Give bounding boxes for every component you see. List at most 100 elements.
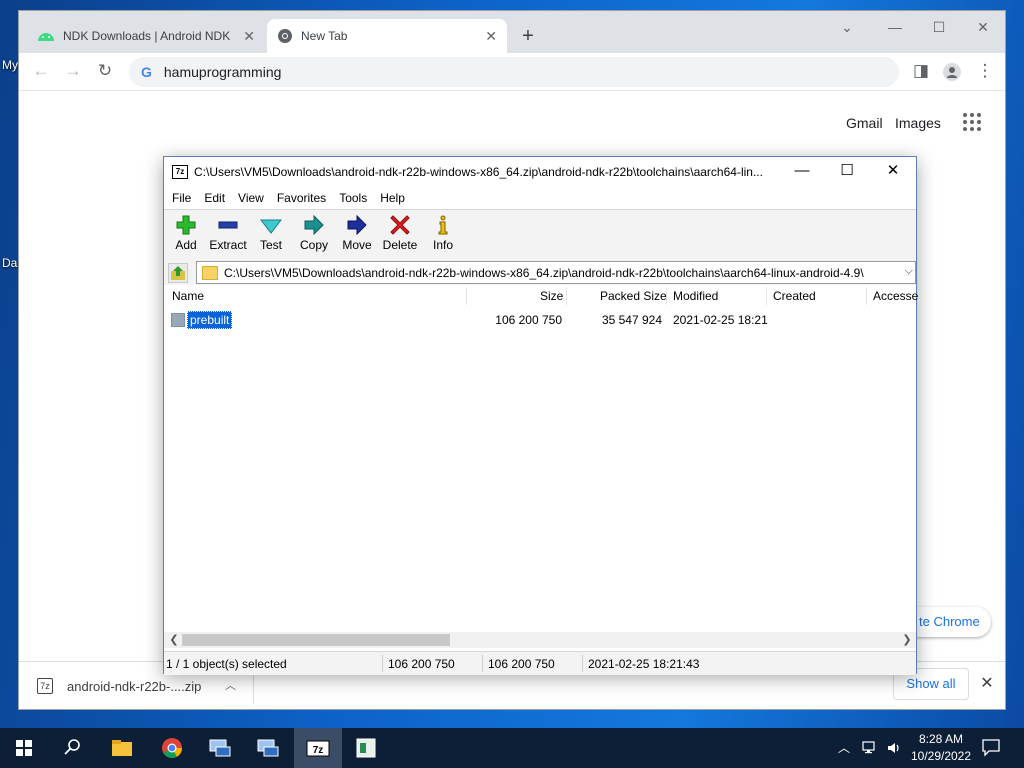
menu-edit[interactable]: Edit (204, 191, 225, 205)
show-hidden-icons-icon[interactable]: ︿ (838, 739, 850, 756)
column-divider[interactable] (866, 287, 867, 305)
address-bar-text: hamuprogramming (163, 64, 282, 80)
tab-strip: NDK Downloads | Android NDK ✕ New Tab ✕ … (19, 11, 1005, 53)
column-size[interactable]: Size (540, 289, 563, 303)
clock-time: 8:28 AM (918, 732, 964, 746)
windows-start-icon[interactable] (10, 734, 38, 762)
column-divider[interactable] (466, 287, 467, 305)
delete-label: Delete (382, 238, 418, 252)
clock-date: 10/29/2022 (910, 749, 972, 763)
7zip-taskbar-icon[interactable]: 7z (304, 734, 332, 762)
gmail-link[interactable]: Gmail (846, 115, 883, 131)
address-bar[interactable]: G hamuprogramming (129, 57, 899, 87)
file-explorer-icon[interactable] (108, 734, 136, 762)
path-text: C:\Users\VM5\Downloads\android-ndk-r22b-… (224, 265, 864, 280)
minimize-icon[interactable]: — (885, 19, 905, 35)
plus-icon (176, 215, 196, 235)
tab-new-tab[interactable]: New Tab ✕ (267, 19, 507, 53)
chrome-taskbar-icon[interactable] (158, 734, 186, 762)
extract-button[interactable]: Extract (206, 214, 250, 252)
row-size: 106 200 750 (495, 313, 562, 327)
close-window-icon[interactable]: ✕ (883, 161, 903, 181)
menu-file[interactable]: File (172, 191, 191, 205)
toolbar: Add Extract Test Copy Move Delete Info (164, 209, 916, 259)
volume-icon[interactable] (886, 740, 902, 756)
column-packed-size[interactable]: Packed Size (600, 289, 667, 303)
status-packed-size: 106 200 750 (488, 657, 555, 671)
move-button[interactable]: Move (335, 214, 379, 252)
notification-icon[interactable] (980, 736, 1002, 758)
scrollbar-thumb[interactable] (182, 634, 450, 646)
row-name: prebuilt (187, 311, 233, 329)
close-window-icon[interactable]: ✕ (973, 19, 993, 36)
row-name-cell: prebuilt (171, 311, 233, 329)
profile-icon[interactable] (943, 63, 961, 81)
scroll-left-icon[interactable]: ❮ (167, 633, 181, 646)
path-field[interactable]: C:\Users\VM5\Downloads\android-ndk-r22b-… (196, 261, 916, 284)
chevron-up-icon[interactable]: ︿ (225, 677, 236, 693)
tab-title: New Tab (301, 29, 348, 43)
column-modified[interactable]: Modified (673, 289, 718, 303)
network-icon[interactable] (862, 740, 878, 756)
title-bar[interactable]: 7z C:\Users\VM5\Downloads\android-ndk-r2… (164, 157, 916, 187)
test-button[interactable]: Test (249, 214, 293, 252)
column-name[interactable]: Name (172, 289, 204, 303)
clock[interactable]: 8:28 AM 10/29/2022 (908, 731, 974, 765)
horizontal-scrollbar[interactable]: ❮ ❯ (164, 632, 916, 648)
chevron-down-icon[interactable]: ⌵ (905, 265, 913, 278)
desktop-icon-label[interactable]: Da (2, 256, 17, 270)
status-divider (482, 655, 483, 672)
back-icon[interactable]: ← (31, 62, 51, 80)
new-tab-button[interactable]: + (517, 25, 539, 48)
close-icon[interactable]: ✕ (979, 673, 995, 693)
remote-desktop-icon[interactable] (254, 734, 282, 762)
menu-favorites[interactable]: Favorites (277, 191, 326, 205)
close-tab-icon[interactable]: ✕ (243, 28, 255, 45)
menu-view[interactable]: View (238, 191, 264, 205)
tab-search-icon[interactable]: ⌄ (837, 19, 857, 36)
column-divider[interactable] (666, 287, 667, 305)
column-accessed[interactable]: Accesse (873, 289, 918, 303)
scroll-right-icon[interactable]: ❯ (900, 633, 914, 646)
info-icon (438, 215, 448, 235)
side-panel-icon[interactable]: ◨ (911, 62, 931, 80)
maximize-icon[interactable]: ☐ (837, 161, 857, 181)
google-apps-icon[interactable] (963, 113, 981, 131)
add-button[interactable]: Add (164, 214, 208, 252)
file-row[interactable]: prebuilt 106 200 750 35 547 924 2021-02-… (164, 309, 916, 329)
close-tab-icon[interactable]: ✕ (485, 28, 497, 45)
delete-button[interactable]: Delete (378, 214, 422, 252)
menu-icon[interactable]: ⋮ (975, 62, 995, 80)
desktop-icon-label[interactable]: My (2, 58, 18, 72)
forward-icon[interactable]: → (63, 62, 83, 80)
archive-file-icon: 7z (37, 678, 53, 694)
column-created[interactable]: Created (773, 289, 816, 303)
maximize-icon[interactable]: ☐ (929, 19, 949, 36)
google-icon: G (141, 64, 152, 80)
up-arrow-icon (171, 266, 185, 280)
info-button[interactable]: Info (421, 214, 465, 252)
up-folder-button[interactable] (168, 263, 188, 283)
address-row: C:\Users\VM5\Downloads\android-ndk-r22b-… (164, 259, 916, 285)
7zip-app-icon: 7z (172, 165, 188, 179)
move-label: Move (342, 238, 372, 252)
status-divider (582, 655, 583, 672)
menu-help[interactable]: Help (380, 191, 405, 205)
search-icon[interactable] (58, 734, 86, 762)
menu-tools[interactable]: Tools (339, 191, 367, 205)
minimize-icon[interactable]: — (792, 161, 812, 181)
status-selection: 1 / 1 object(s) selected (166, 657, 287, 671)
column-divider[interactable] (766, 287, 767, 305)
status-bar: 1 / 1 object(s) selected 106 200 750 106… (164, 651, 916, 675)
copy-button[interactable]: Copy (292, 214, 336, 252)
remote-desktop-icon[interactable] (206, 734, 234, 762)
images-link[interactable]: Images (895, 115, 941, 131)
download-filename: android-ndk-r22b-....zip (67, 678, 202, 694)
reload-icon[interactable]: ↻ (95, 62, 115, 80)
tab-ndk-downloads[interactable]: NDK Downloads | Android NDK ✕ (27, 19, 265, 53)
column-divider[interactable] (566, 287, 567, 305)
file-list: prebuilt 106 200 750 35 547 924 2021-02-… (164, 307, 916, 632)
download-item[interactable]: 7z android-ndk-r22b-....zip (37, 674, 201, 698)
checkmark-icon (260, 219, 282, 234)
notepad-icon[interactable] (352, 734, 380, 762)
